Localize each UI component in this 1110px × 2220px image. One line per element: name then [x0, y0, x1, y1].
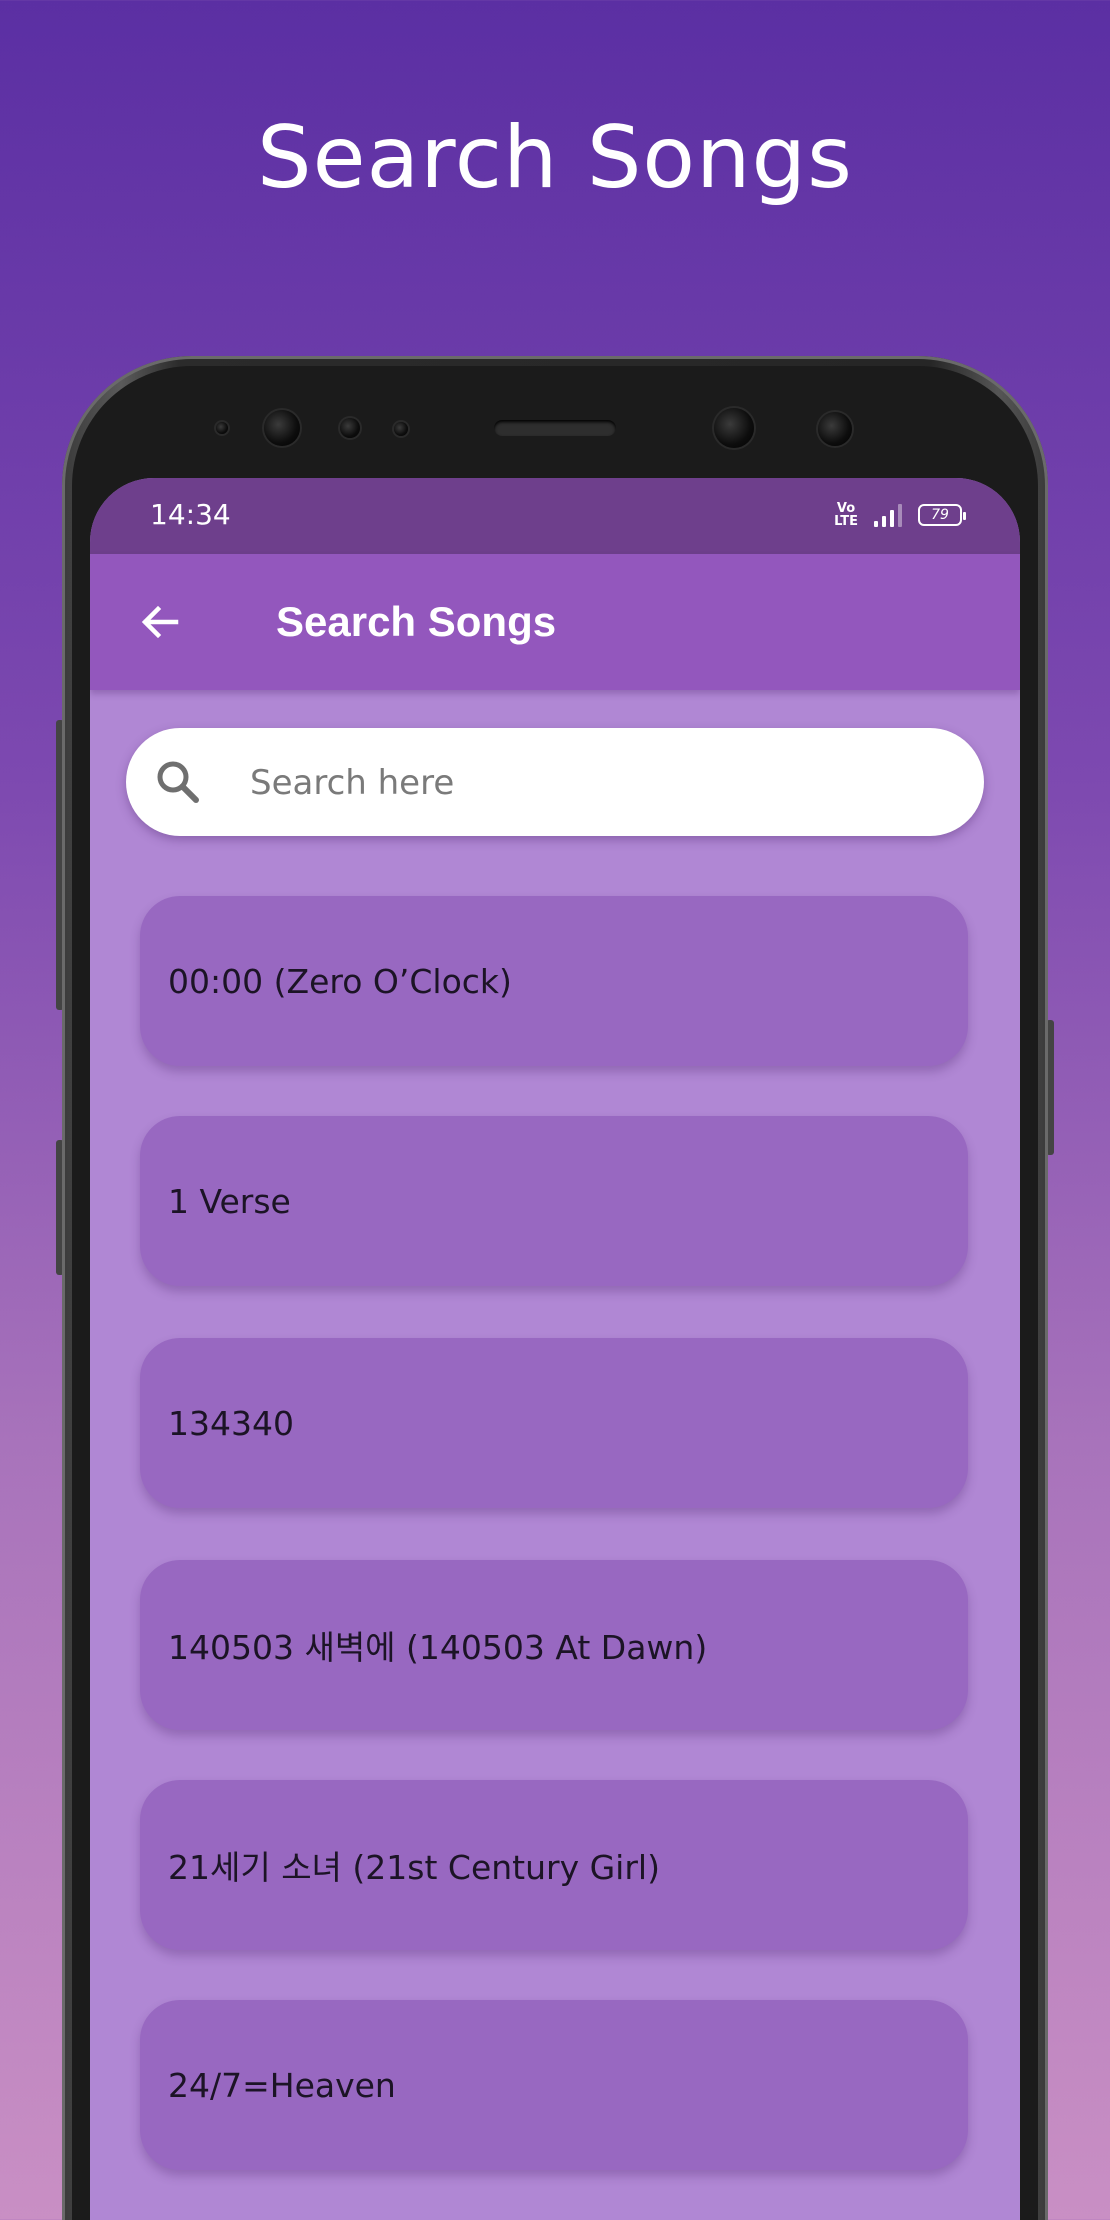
song-title: 24/7=Heaven [168, 2065, 396, 2105]
earpiece-speaker [494, 420, 616, 436]
signal-icon [874, 503, 902, 527]
sensor-dot [394, 422, 408, 436]
song-list-item[interactable]: 134340 [140, 1338, 968, 1508]
volte-icon: Vo LTE [834, 502, 858, 528]
app-bar: Search Songs [90, 554, 1020, 690]
volte-label-bottom: LTE [834, 514, 858, 529]
battery-icon: 79 [918, 504, 966, 526]
search-bar[interactable] [126, 728, 984, 836]
song-list-item[interactable]: 21세기 소녀 (21st Century Girl) [140, 1780, 968, 1950]
page-title: Search Songs [276, 598, 557, 645]
song-title: 140503 새벽에 (140503 At Dawn) [168, 1628, 708, 1667]
front-camera [264, 410, 300, 446]
sensor-dot [216, 422, 228, 434]
promo-title: Search Songs [257, 108, 853, 208]
front-camera [714, 408, 754, 448]
song-title: 00:00 (Zero O’Clock) [168, 961, 512, 1001]
sensor-dot [340, 418, 360, 438]
back-button[interactable] [132, 594, 188, 650]
song-title: 21세기 소녀 (21st Century Girl) [168, 1848, 660, 1887]
search-input[interactable] [248, 752, 952, 814]
app-screen: 14:34 Vo LTE 79 Search Songs Search here… [90, 478, 1020, 2220]
song-list-item[interactable]: 24/7=Heaven [140, 2000, 968, 2170]
status-time: 14:34 [150, 498, 231, 531]
song-list-item[interactable]: 1 Verse [140, 1116, 968, 1286]
arrow-left-icon [141, 605, 179, 639]
status-bar: 14:34 Vo LTE 79 [90, 478, 1020, 554]
battery-level: 79 [931, 507, 949, 523]
sensor-dot [818, 412, 852, 446]
search-icon [157, 761, 199, 803]
song-list-item[interactable]: 140503 새벽에 (140503 At Dawn) [140, 1560, 968, 1730]
status-icons: Vo LTE 79 [834, 502, 966, 528]
song-title: 1 Verse [168, 1181, 291, 1221]
song-list-item[interactable]: 00:00 (Zero O’Clock) [140, 896, 968, 1066]
song-title: 134340 [168, 1403, 294, 1443]
